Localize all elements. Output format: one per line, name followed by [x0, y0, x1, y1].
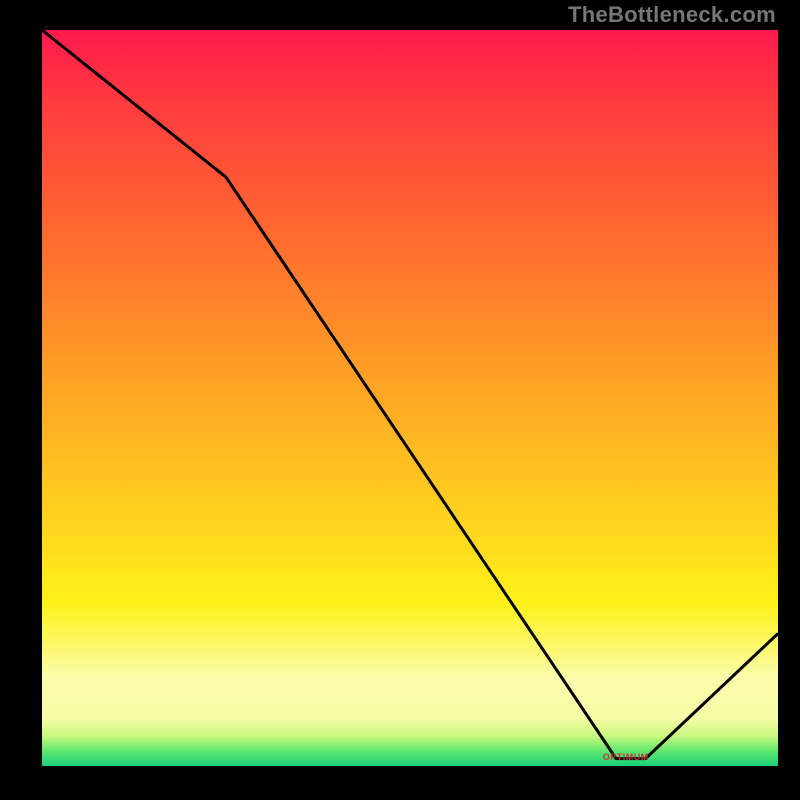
chart-canvas: TheBottleneck.com OPTIMUM — [0, 0, 800, 800]
optimum-annotation: OPTIMUM — [603, 752, 649, 762]
plot-area: OPTIMUM — [40, 28, 780, 768]
watermark-text: TheBottleneck.com — [568, 2, 776, 28]
line-series — [42, 30, 778, 766]
